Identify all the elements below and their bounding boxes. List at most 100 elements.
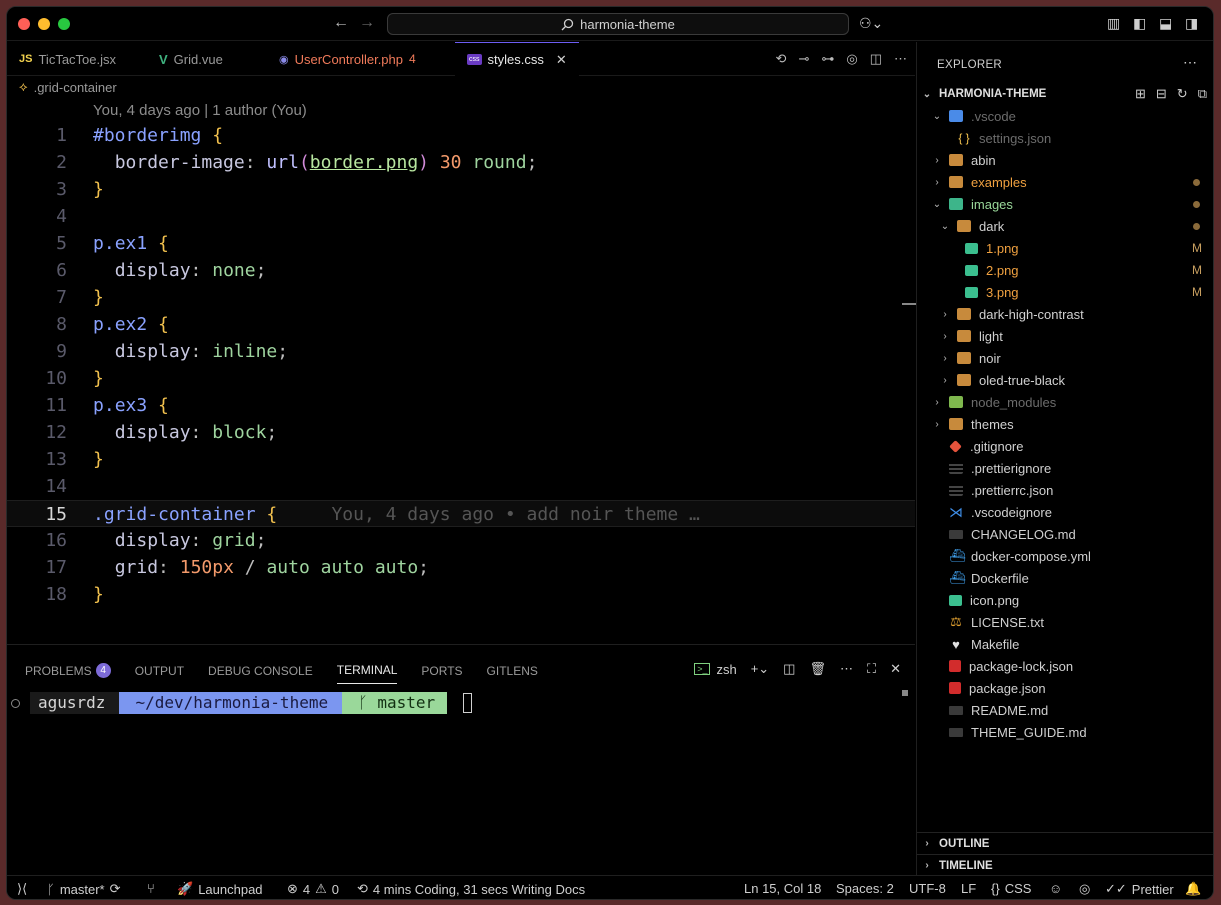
tree-item[interactable]: 1.png M <box>917 237 1213 259</box>
tree-item[interactable]: › dark-high-contrast <box>917 303 1213 325</box>
tree-item[interactable]: › noir <box>917 347 1213 369</box>
timeline-section[interactable]: › TIMELINE <box>917 854 1213 876</box>
terminal-scrollbar[interactable] <box>902 690 908 696</box>
encoding-status[interactable]: UTF-8 <box>909 881 946 896</box>
tree-item[interactable]: › themes <box>917 413 1213 435</box>
trash-icon[interactable]: 🗑 <box>809 661 826 677</box>
line-number: 8 <box>56 314 67 335</box>
status-bar: ⟩⟨ ᚴ master* ⟳ ⑂ 🚀 Launchpad ⊗ 4 ⚠ 0 ⟲ 4 mins C… <box>7 875 1213 899</box>
gitlens-status-icon[interactable]: ◎ <box>1079 881 1090 897</box>
tree-item[interactable]: ⋊ .vscodeignore <box>917 501 1213 523</box>
maximize-panel-icon[interactable]: ⛶ <box>867 661 876 677</box>
tree-item[interactable]: ⌄ images <box>917 193 1213 215</box>
scrollbar-marker[interactable] <box>902 303 916 305</box>
refresh-icon[interactable]: ↻ <box>1177 86 1188 102</box>
toggle-secondary-sidebar-icon[interactable]: ◨ <box>1185 15 1198 32</box>
tree-item[interactable]: ⛴ docker-compose.yml <box>917 545 1213 567</box>
git-graph-icon[interactable]: ⑂ <box>147 881 155 896</box>
terminal-prompt[interactable]: agusrdz ~/dev/harmonia-theme ᚴ master <box>11 692 473 714</box>
tree-item[interactable]: 3.png M <box>917 281 1213 303</box>
tree-item[interactable]: .prettierignore <box>917 457 1213 479</box>
tab-output[interactable]: OUTPUT <box>135 663 184 684</box>
notifications-bell-icon[interactable]: 🔔 <box>1185 881 1201 897</box>
tree-item[interactable]: › abin <box>917 149 1213 171</box>
tree-item[interactable]: ⌄ dark <box>917 215 1213 237</box>
back-arrow-icon[interactable]: ← <box>333 14 349 32</box>
tab-problems[interactable]: PROBLEMS 4 <box>25 663 111 684</box>
tree-item[interactable]: ⌄ .vscode <box>917 105 1213 127</box>
tree-item[interactable]: › examples <box>917 171 1213 193</box>
workspace-root[interactable]: ⌄ HARMONIA-THEME ⊞ ⊟ ↻ ⧉ <box>921 84 1211 104</box>
gitlens-icon[interactable]: ◎ <box>846 51 857 67</box>
tree-item-label: themes <box>971 416 1014 432</box>
code-editor[interactable]: 1 #borderimg { 2 border-image: url(border… <box>7 122 915 608</box>
tree-item[interactable]: .prettierrc.json <box>917 479 1213 501</box>
coding-time-status[interactable]: ⟲ 4 mins Coding, 31 secs Writing Docs <box>357 881 585 897</box>
split-editor-icon[interactable]: ◫ <box>870 51 882 67</box>
outline-section[interactable]: › OUTLINE <box>917 832 1213 854</box>
terminal-shell-selector[interactable]: >_ zsh <box>694 662 737 677</box>
tree-item[interactable]: › oled-true-black <box>917 369 1213 391</box>
tree-item[interactable]: › node_modules <box>917 391 1213 413</box>
tree-item[interactable]: ⛴ Dockerfile <box>917 567 1213 589</box>
tree-item[interactable]: .gitignore <box>917 435 1213 457</box>
tab-debug-console[interactable]: DEBUG CONSOLE <box>208 663 313 684</box>
tree-item[interactable]: package-lock.json <box>917 655 1213 677</box>
tab-terminal[interactable]: TERMINAL <box>336 663 398 684</box>
maximize-window-button[interactable] <box>58 18 70 30</box>
tab-styles-css[interactable]: css styles.css ✕ <box>455 42 579 76</box>
tree-item[interactable]: ♥ Makefile <box>917 633 1213 655</box>
new-file-icon[interactable]: ⊞ <box>1135 86 1146 102</box>
tree-item[interactable]: icon.png <box>917 589 1213 611</box>
sync-icon[interactable]: ⟳ <box>110 881 121 897</box>
command-center-search[interactable]: harmonia-theme <box>387 13 849 35</box>
tab-grid-vue[interactable]: V Grid.vue <box>147 42 235 76</box>
tree-item[interactable]: 2.png M <box>917 259 1213 281</box>
remote-icon[interactable]: ⟩⟨ <box>17 881 27 897</box>
close-window-button[interactable] <box>18 18 30 30</box>
copilot-icon[interactable]: ⚇⌄ <box>859 15 883 32</box>
tab-ports[interactable]: PORTS <box>421 663 462 684</box>
tree-item[interactable]: › light <box>917 325 1213 347</box>
branch-status[interactable]: ᚴ master* ⟳ <box>47 881 121 897</box>
launchpad-button[interactable]: 🚀 Launchpad <box>177 881 263 897</box>
next-change-icon[interactable]: ⊶ <box>821 51 834 67</box>
tab-usercontroller[interactable]: ◉ UserController.php 4 <box>267 42 428 76</box>
tree-item[interactable]: ⚖ LICENSE.txt <box>917 611 1213 633</box>
previous-change-icon[interactable]: ⊸ <box>798 51 809 67</box>
breadcrumb[interactable]: ⟡ .grid-container <box>19 79 117 95</box>
more-actions-icon[interactable]: ⋯ <box>894 51 907 67</box>
open-changes-icon[interactable]: ⟲ <box>776 51 787 67</box>
tree-item[interactable]: CHANGELOG.md <box>917 523 1213 545</box>
tab-tictactoe[interactable]: JS TicTacToe.jsx <box>7 42 128 76</box>
close-tab-icon[interactable]: ✕ <box>556 52 567 68</box>
tree-item[interactable]: package.json <box>917 677 1213 699</box>
cursor-position[interactable]: Ln 15, Col 18 <box>744 881 821 896</box>
codelens-author[interactable]: You, 4 days ago | 1 author (You) <box>93 102 307 119</box>
split-terminal-icon[interactable]: ◫ <box>783 661 795 677</box>
close-panel-icon[interactable]: ✕ <box>890 661 901 677</box>
tree-item[interactable]: { } settings.json <box>917 127 1213 149</box>
problems-status[interactable]: ⊗ 4 ⚠ 0 <box>287 881 339 897</box>
tree-item[interactable]: README.md <box>917 699 1213 721</box>
inline-blame[interactable]: You, 4 days ago • add noir theme … <box>331 504 699 525</box>
tab-gitlens[interactable]: GITLENS <box>487 663 538 684</box>
more-actions-icon[interactable]: ⋯ <box>1183 54 1197 71</box>
indentation-status[interactable]: Spaces: 2 <box>836 881 894 896</box>
tree-item[interactable]: THEME_GUIDE.md <box>917 721 1213 743</box>
toggle-primary-sidebar-icon[interactable]: ◧ <box>1133 15 1146 32</box>
forward-arrow-icon[interactable]: → <box>359 14 375 32</box>
eol-status[interactable]: LF <box>961 881 976 896</box>
new-folder-icon[interactable]: ⊟ <box>1156 86 1167 102</box>
more-icon[interactable]: ⋯ <box>840 661 853 677</box>
prettier-status[interactable]: ✓✓ Prettier <box>1105 881 1174 897</box>
chevron-right-icon: › <box>943 308 947 320</box>
language-mode[interactable]: {} CSS <box>991 881 1031 896</box>
toggle-panel-icon[interactable]: ⬓ <box>1159 15 1172 32</box>
new-terminal-icon[interactable]: +⌄ <box>751 661 769 677</box>
collapse-all-icon[interactable]: ⧉ <box>1198 86 1207 102</box>
customize-layout-icon[interactable]: ▥ <box>1107 15 1120 32</box>
minimize-window-button[interactable] <box>38 18 50 30</box>
prettier-label: Prettier <box>1131 881 1174 897</box>
copilot-status-icon[interactable]: ☺ <box>1049 881 1062 896</box>
